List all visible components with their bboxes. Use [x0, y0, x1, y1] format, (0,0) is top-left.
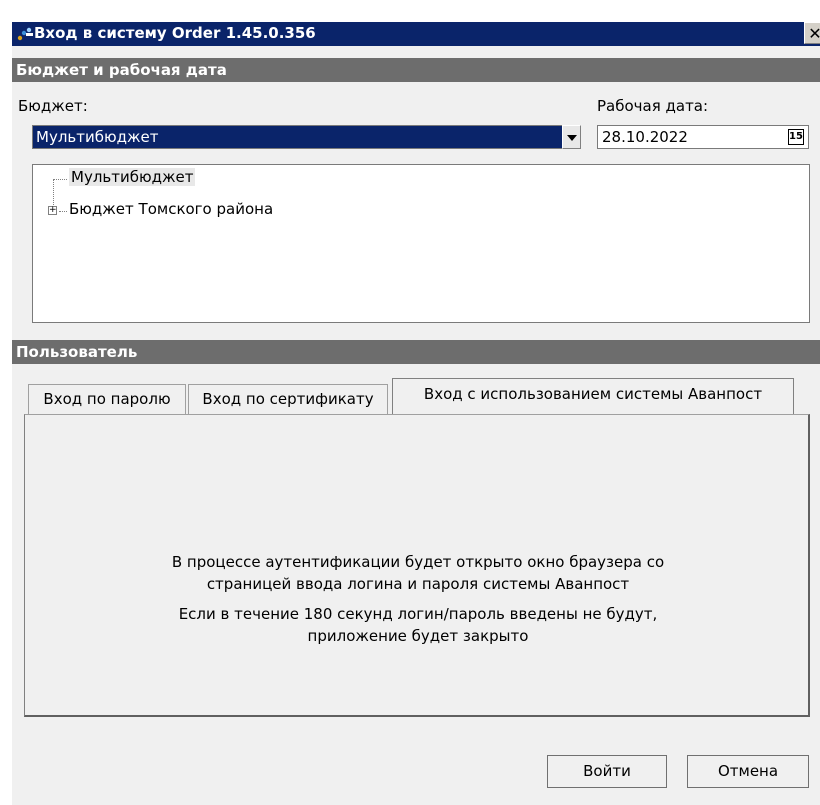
user-section-header: Пользователь: [12, 340, 820, 364]
work-date-field[interactable]: 28.10.2022 15: [597, 125, 809, 149]
expand-plus-icon[interactable]: +: [48, 206, 57, 215]
budget-section-header: Бюджет и рабочая дата: [12, 58, 820, 82]
avanpost-tab-panel: В процессе аутентификации будет открыто …: [24, 414, 810, 717]
budget-label: Бюджет:: [18, 97, 88, 115]
tree-connector: [59, 211, 67, 212]
work-date-label: Рабочая дата:: [597, 97, 709, 115]
close-icon: ✕: [808, 24, 820, 43]
auth-message-line2: страницей ввода логина и пароля системы …: [206, 575, 630, 593]
title-bar[interactable]: Вход в систему Order 1.45.0.356 ✕: [12, 22, 820, 46]
budget-tree[interactable]: Мультибюджет + Бюджет Томского района: [32, 164, 810, 323]
auth-message-line1: В процессе аутентификации будет открыто …: [171, 553, 665, 571]
tree-item-tomsk-budget[interactable]: Бюджет Томского района: [69, 200, 273, 218]
tree-connector: [53, 179, 67, 180]
app-icon: [16, 26, 34, 42]
timeout-message-line1: Если в течение 180 секунд логин/пароль в…: [178, 605, 658, 623]
work-date-value: 28.10.2022: [602, 128, 688, 146]
tab-avanpost-login[interactable]: Вход с использованием системы Аванпост: [392, 378, 794, 414]
calendar-icon[interactable]: 15: [788, 129, 804, 145]
budget-dropdown-button[interactable]: [562, 125, 581, 149]
budget-select[interactable]: Мультибюджет: [32, 125, 563, 149]
tree-item-multibudget[interactable]: Мультибюджет: [69, 168, 196, 186]
window-title: Вход в систему Order 1.45.0.356: [34, 24, 316, 42]
budget-select-value: Мультибюджет: [36, 128, 159, 146]
login-button[interactable]: Войти: [547, 755, 667, 788]
tab-certificate-login[interactable]: Вход по сертификату: [188, 384, 388, 414]
chevron-down-icon: [567, 135, 577, 141]
tab-password-login[interactable]: Вход по паролю: [28, 384, 186, 414]
close-button[interactable]: ✕: [804, 22, 820, 44]
cancel-button[interactable]: Отмена: [687, 755, 809, 788]
timeout-message-line2: приложение будет закрыто: [307, 627, 529, 645]
login-dialog: Вход в систему Order 1.45.0.356 ✕ Бюджет…: [12, 22, 820, 805]
